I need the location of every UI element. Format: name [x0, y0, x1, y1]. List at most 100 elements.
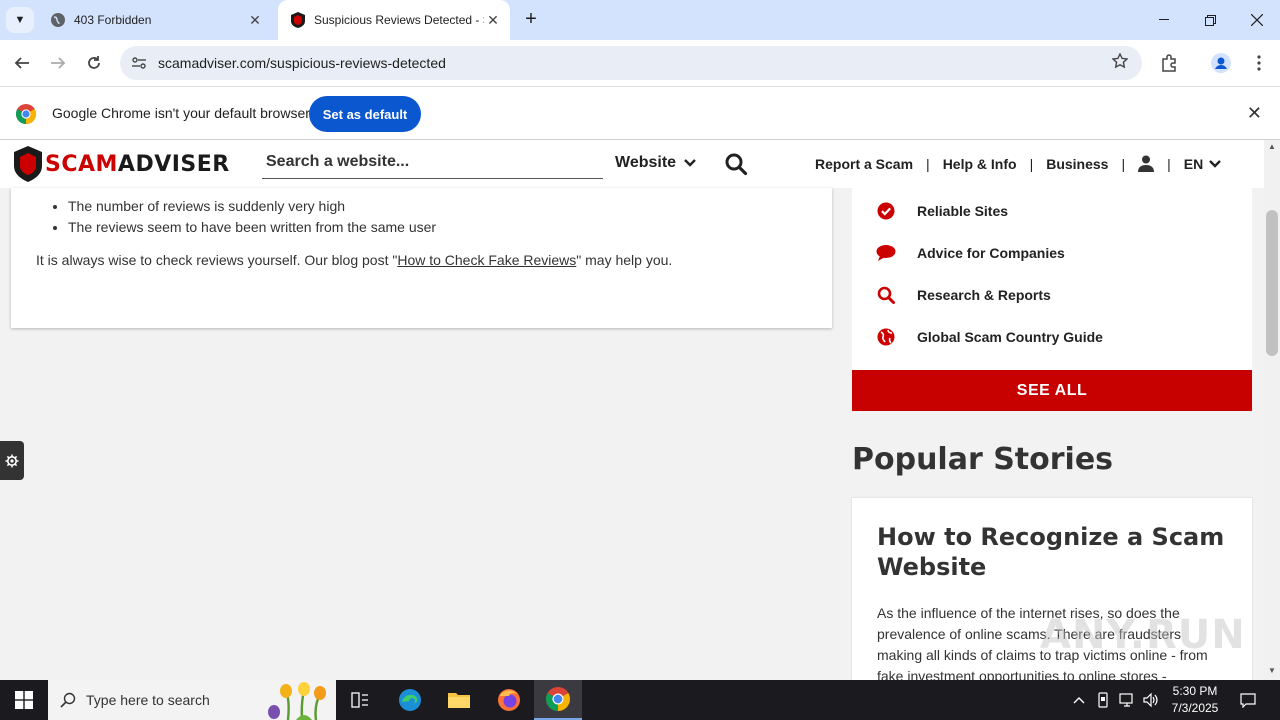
reasons-list: The number of reviews is suddenly very h…	[68, 196, 436, 238]
tab-search-button[interactable]: ▼	[6, 7, 34, 33]
extensions-icon[interactable]	[1158, 52, 1180, 74]
infobar-message: Google Chrome isn't your default browser	[52, 105, 310, 121]
list-item: The number of reviews is suddenly very h…	[68, 196, 436, 217]
windows-taskbar: Type here to search 5:30 PM 7/3/2025	[0, 680, 1280, 720]
set-as-default-button[interactable]: Set as default	[309, 96, 421, 132]
popular-stories-heading: Popular Stories	[852, 442, 1114, 477]
chrome-icon	[546, 687, 570, 711]
fake-reviews-link[interactable]: How to Check Fake Reviews	[397, 252, 576, 268]
address-bar[interactable]: scamadviser.com/suspicious-reviews-detec…	[120, 46, 1142, 80]
close-window-button[interactable]	[1234, 0, 1280, 40]
clock-date: 7/3/2025	[1171, 701, 1219, 715]
chevron-up-icon	[1073, 697, 1085, 704]
chrome-taskbar-button[interactable]	[534, 680, 582, 720]
user-account-icon[interactable]	[1138, 155, 1155, 172]
logo-wordmark: SCAMADVISER	[45, 151, 230, 177]
windows-logo-icon	[15, 691, 33, 709]
chrome-logo-icon	[16, 104, 36, 124]
restore-button[interactable]	[1187, 0, 1233, 40]
nav-report-scam[interactable]: Report a Scam	[815, 156, 913, 172]
reload-button[interactable]	[80, 49, 108, 77]
nav-business[interactable]: Business	[1046, 156, 1108, 172]
nav-separator: |	[1121, 155, 1126, 172]
taskbar-clock[interactable]: 5:30 PM 7/3/2025	[1160, 683, 1230, 717]
sidebar-item-country-guide[interactable]: Global Scam Country Guide	[876, 325, 1103, 349]
tab-suspicious-reviews[interactable]: Suspicious Reviews Detected - S ✕	[278, 0, 510, 40]
file-explorer-taskbar-button[interactable]	[435, 680, 483, 720]
search-type-label: Website	[615, 154, 677, 171]
show-hidden-icons-button[interactable]	[1068, 680, 1090, 720]
url-text: scamadviser.com/suspicious-reviews-detec…	[158, 55, 446, 71]
back-button[interactable]	[8, 49, 36, 77]
language-label: EN	[1183, 155, 1204, 172]
sidebar-item-label: Global Scam Country Guide	[917, 329, 1103, 345]
site-nav: Report a Scam | Help & Info | Business |…	[815, 155, 1222, 172]
taskbar-search-box[interactable]: Type here to search	[48, 680, 336, 720]
article-paragraph: It is always wise to check reviews yours…	[36, 252, 673, 268]
site-info-icon[interactable]	[124, 55, 154, 71]
search-icon	[876, 285, 896, 305]
nav-help-info[interactable]: Help & Info	[943, 156, 1017, 172]
folder-icon	[448, 693, 470, 708]
site-search-input[interactable]: Search a website...	[262, 150, 603, 179]
scrollbar-thumb[interactable]	[1266, 210, 1278, 356]
sidebar-item-advice-companies[interactable]: Advice for Companies	[876, 241, 1065, 265]
close-tab-icon[interactable]: ✕	[246, 11, 264, 29]
bookmark-star-icon[interactable]	[1111, 52, 1129, 74]
firefox-taskbar-button[interactable]	[485, 680, 533, 720]
tab-403-forbidden[interactable]: 403 Forbidden ✕	[38, 0, 272, 40]
language-selector[interactable]: EN	[1183, 155, 1222, 172]
scroll-down-arrow-icon[interactable]: ▼	[1268, 666, 1276, 675]
sidebar-menu: Reliable Sites Advice for Companies Rese…	[852, 188, 1252, 370]
sidebar-item-reliable-sites[interactable]: Reliable Sites	[876, 199, 1008, 223]
browser-menu-icon[interactable]	[1248, 52, 1270, 74]
firefox-icon	[498, 689, 520, 711]
scamadviser-logo[interactable]: SCAMADVISER	[14, 146, 230, 182]
sidebar-item-research-reports[interactable]: Research & Reports	[876, 283, 1051, 307]
list-item: The reviews seem to have been written fr…	[68, 217, 436, 238]
scroll-up-arrow-icon[interactable]: ▲	[1268, 142, 1276, 151]
task-view-icon	[351, 692, 368, 708]
tulips-decoration-icon	[268, 682, 326, 720]
see-all-button[interactable]: SEE ALL	[852, 370, 1252, 411]
sidebar-item-label: Advice for Companies	[917, 245, 1065, 261]
settings-gear-tab[interactable]	[0, 441, 24, 480]
globe-icon	[876, 327, 896, 347]
chevron-down-icon	[684, 159, 696, 167]
start-button[interactable]	[0, 680, 48, 720]
profile-icon[interactable]	[1210, 52, 1232, 74]
sidebar-item-label: Research & Reports	[917, 287, 1051, 303]
edge-taskbar-button[interactable]	[386, 680, 434, 720]
task-view-button[interactable]	[336, 680, 384, 720]
tab-title: 403 Forbidden	[74, 13, 152, 27]
nav-separator: |	[926, 155, 930, 172]
check-circle-icon	[876, 201, 896, 221]
close-tab-icon[interactable]: ✕	[484, 11, 502, 29]
minimize-button[interactable]	[1141, 0, 1187, 40]
search-icon	[60, 692, 76, 708]
globe-icon	[50, 12, 66, 28]
chevron-down-icon: ▼	[14, 14, 26, 26]
browser-toolbar: scamadviser.com/suspicious-reviews-detec…	[0, 40, 1280, 86]
notifications-button[interactable]	[1234, 680, 1262, 720]
scamadviser-favicon-icon	[290, 12, 306, 28]
search-icon[interactable]	[724, 152, 748, 176]
close-infobar-icon[interactable]: ✕	[1247, 103, 1262, 124]
gear-icon	[5, 454, 19, 467]
taskbar-search-placeholder: Type here to search	[86, 692, 210, 708]
notification-icon	[1240, 693, 1256, 708]
page-scrollbar[interactable]: ▲ ▼	[1264, 140, 1280, 680]
new-tab-button[interactable]: +	[519, 8, 543, 32]
volume-icon[interactable]	[1140, 680, 1162, 720]
tab-title: Suspicious Reviews Detected - S	[314, 13, 484, 27]
chevron-down-icon	[1209, 159, 1222, 168]
edge-icon	[399, 689, 421, 711]
default-browser-infobar: Google Chrome isn't your default browser…	[0, 86, 1280, 140]
nav-separator: |	[1167, 155, 1171, 172]
sidebar-item-label: Reliable Sites	[917, 203, 1009, 219]
story-title[interactable]: How to Recognize a Scam Website	[877, 522, 1227, 582]
forward-button[interactable]	[44, 49, 72, 77]
network-icon[interactable]	[1116, 680, 1138, 720]
search-type-dropdown[interactable]: Website	[615, 154, 696, 172]
tray-device-icon[interactable]	[1092, 680, 1114, 720]
